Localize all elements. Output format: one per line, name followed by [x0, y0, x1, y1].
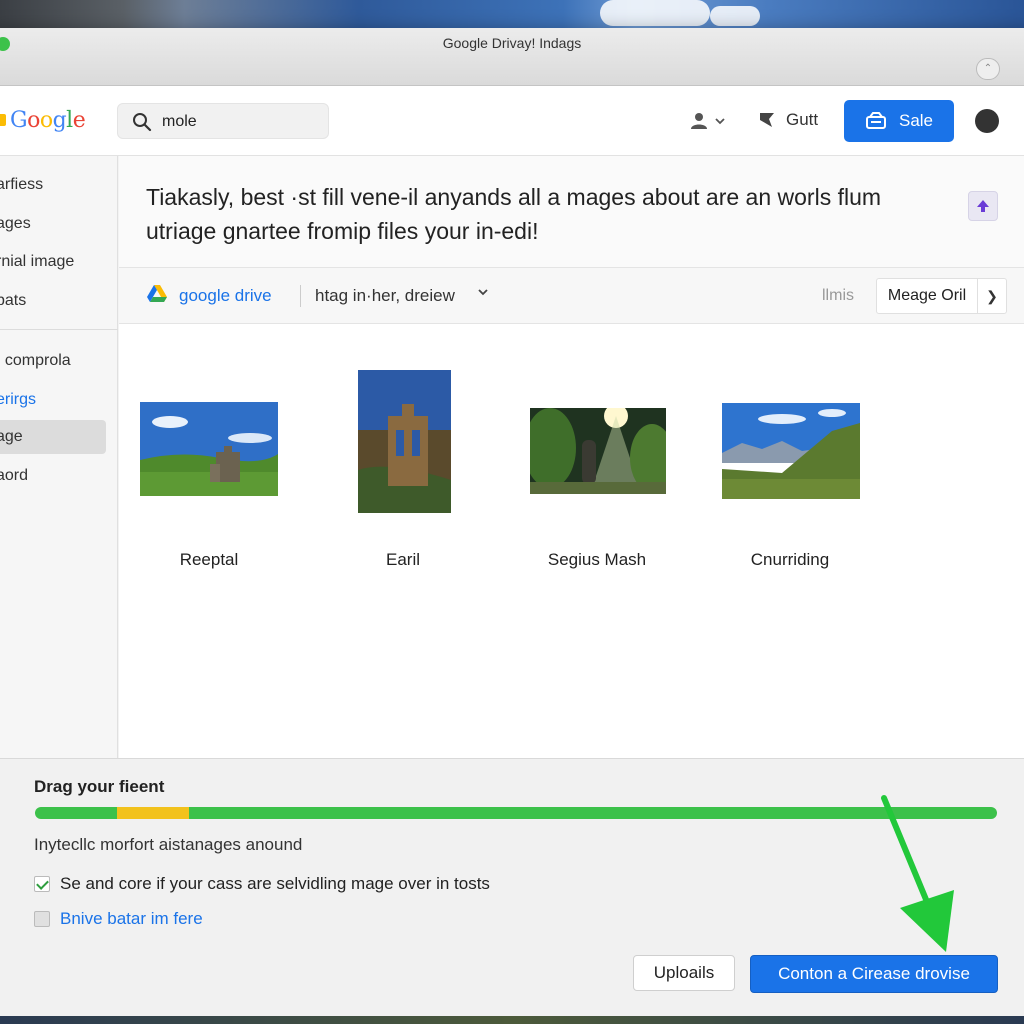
dialog-description: Inytecllc morfort aistanages anound — [34, 835, 303, 854]
progress-segment — [116, 807, 189, 819]
filter-dropdown[interactable]: htag in·her, dreiew — [315, 286, 455, 306]
gutt-button[interactable]: Gutt — [758, 106, 818, 134]
google-logo[interactable]: Google — [0, 108, 86, 133]
google-drive-icon — [147, 285, 167, 302]
llmis-label[interactable]: llmis — [822, 287, 854, 305]
sale-label: Sale — [898, 111, 934, 130]
account-icon — [691, 113, 707, 129]
thumbnail-card[interactable]: Earil — [313, 346, 493, 576]
thumbnail-card[interactable]: Cnurriding — [700, 346, 880, 576]
sidebar-item-age[interactable]: age — [0, 420, 106, 454]
uploads-button[interactable]: Uploails — [633, 955, 735, 991]
chevron-down-icon — [715, 118, 725, 125]
sidebar-item-comprola[interactable]: . comprola — [0, 344, 106, 378]
checkbox-unchecked[interactable] — [34, 911, 50, 927]
sidebar-item-aord[interactable]: aord — [0, 459, 106, 493]
app-header: Google Gutt — [0, 86, 1024, 156]
thumbnail-image — [140, 402, 278, 496]
info-banner: Tiakasly, best ·st fill vene-il anyands … — [119, 156, 1024, 268]
sidebar-item-ages[interactable]: ages — [0, 207, 106, 241]
desktop-wallpaper — [0, 0, 1024, 30]
thumbnail-image — [358, 370, 451, 513]
drive-name-link[interactable]: google drive — [179, 286, 272, 306]
more-icon[interactable]: ⋮ — [1018, 110, 1024, 131]
banner-text: Tiakasly, best ·st fill vene-il anyands … — [146, 184, 882, 244]
chevron-down-icon[interactable] — [477, 286, 489, 301]
create-drive-button[interactable]: Conton a Cirease drovise — [750, 955, 998, 993]
checkbox-label: Bnive batar im fere — [60, 909, 203, 928]
upload-arrow-icon[interactable] — [968, 191, 998, 221]
sidebar-item-erirgs[interactable]: erirgs — [0, 383, 106, 417]
gutt-label: Gutt — [786, 110, 819, 129]
main-content: Tiakasly, best ·st fill vene-il anyands … — [119, 156, 1024, 758]
search-input[interactable] — [162, 111, 312, 133]
title-bar: Google Drivay! Indags ⌃ — [0, 28, 1024, 86]
window-options-icon[interactable]: ⌃ — [976, 58, 1000, 80]
sidebar-item-arfiess[interactable]: arfiess — [0, 168, 106, 202]
checkbox-row[interactable]: Bnive batar im fere — [34, 908, 203, 930]
thumbnail-label: Reeptal — [179, 550, 239, 569]
upload-dialog: Drag your fieent Inytecllc morfort aista… — [0, 758, 1024, 1016]
checkbox-label: Se and core if your cass are selvidling … — [60, 874, 490, 893]
account-menu-button[interactable] — [690, 108, 734, 134]
search-icon — [133, 113, 152, 132]
image-open-button[interactable]: Meage Oril — [876, 278, 978, 314]
settings-icon[interactable] — [975, 109, 999, 133]
desktop-wallpaper-bottom — [0, 1016, 1024, 1024]
drive-toolbar: google drive htag in·her, dreiew llmis M… — [119, 268, 1024, 324]
sidebar-item-rnial-image[interactable]: rnial image — [0, 245, 106, 279]
checkbox-checked[interactable] — [34, 876, 50, 892]
thumbnail-image — [530, 408, 666, 494]
thumbnail-label: Segius Mash — [547, 550, 647, 569]
browser-window: Google Drivay! Indags ⌃ Google mole Gutt… — [0, 28, 1024, 1016]
sale-button[interactable]: Sale — [844, 100, 954, 142]
checkbox-row[interactable]: Se and core if your cass are selvidling … — [34, 873, 490, 895]
flag-icon — [760, 113, 774, 127]
window-title: Google Drivay! Indags — [442, 35, 582, 51]
chevron-right-icon[interactable]: ❯ — [977, 278, 1007, 314]
toolbar-separator — [300, 285, 301, 307]
sidebar-item-bats[interactable]: bats — [0, 284, 106, 318]
search-box[interactable] — [117, 103, 329, 139]
thumbnail-image — [722, 403, 860, 499]
upload-progress-bar — [35, 807, 997, 819]
dialog-title: Drag your fieent — [34, 777, 165, 796]
sidebar-divider — [0, 329, 118, 330]
thumbnail-card[interactable]: Reeptal — [119, 346, 299, 576]
drive-box-icon — [865, 112, 886, 129]
thumbnail-card[interactable]: Segius Mash — [507, 346, 687, 576]
sidebar: arfiess ages rnial image bats . comprola… — [0, 156, 118, 758]
thumbnail-label: Cnurriding — [750, 550, 830, 569]
green-arrow-icon — [881, 795, 954, 952]
thumbnail-label: Earil — [385, 550, 420, 569]
